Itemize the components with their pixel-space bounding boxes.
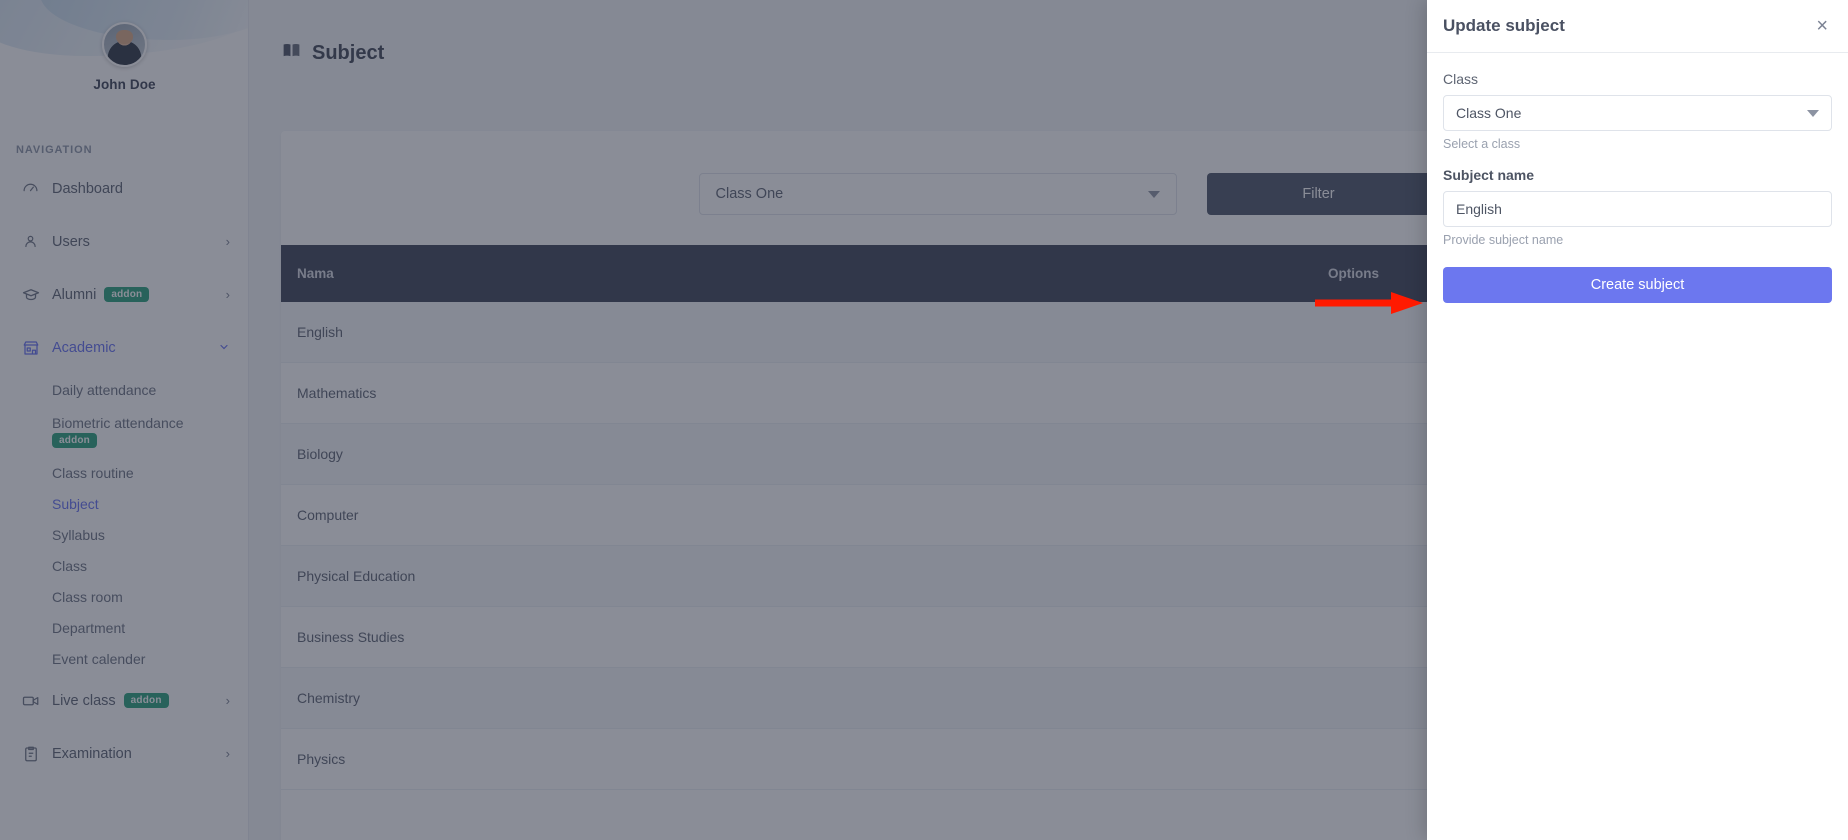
sidebar-subitem-label: Class: [52, 557, 88, 574]
class-filter-value: Class One: [715, 186, 784, 202]
sidebar-subitem-class-routine[interactable]: Class routine: [0, 457, 248, 488]
sidebar-item-dashboard[interactable]: Dashboard: [0, 162, 248, 215]
cell-subject-name: Mathematics: [281, 362, 1328, 424]
cell-subject-name: English: [281, 302, 1328, 363]
sidebar-subitem-label: Subject: [52, 495, 99, 512]
cell-subject-name: Business Studies: [281, 606, 1328, 668]
app-root: John Doe NAVIGATION Dashboard Users › Al…: [0, 0, 1848, 840]
sidebar-subitem-label: Event calender: [52, 650, 146, 667]
clipboard-icon: [22, 745, 52, 763]
sidebar-item-label: Alumni: [52, 286, 97, 303]
sidebar-item-examination[interactable]: Examination ›: [0, 727, 248, 780]
open-book-icon: [281, 40, 302, 67]
sidebar-subitem-event-calender[interactable]: Event calender: [0, 643, 248, 674]
sidebar-subitem-label: Department: [52, 619, 126, 636]
drawer-body: Class Class One Select a class Subject n…: [1427, 53, 1848, 303]
avatar: [102, 22, 147, 67]
speedometer-icon: [22, 180, 52, 197]
class-filter-select[interactable]: Class One: [698, 173, 1177, 215]
class-select-value: Class One: [1456, 105, 1522, 121]
sidebar-item-label: Dashboard: [52, 180, 123, 197]
subject-name-field-help: Provide subject name: [1443, 233, 1564, 247]
sidebar-subitem-label: Daily attendance: [52, 381, 157, 398]
chevron-down-icon: [1147, 190, 1160, 198]
addon-badge: addon: [104, 287, 150, 302]
column-header-name: Nama: [281, 245, 1328, 302]
chevron-down-icon: [1807, 109, 1819, 117]
sidebar-subitem-label: Syllabus: [52, 526, 105, 543]
cell-subject-name: Biology: [281, 423, 1328, 485]
addon-badge: addon: [52, 432, 97, 448]
sidebar-subitem-syllabus[interactable]: Syllabus: [0, 519, 248, 550]
chevron-right-icon: ›: [225, 234, 230, 249]
cell-subject-name: Physical Education: [281, 545, 1328, 607]
drawer-title: Update subject: [1443, 16, 1565, 35]
page-title-text: Subject: [312, 42, 385, 64]
sidebar-subitem-label: Class routine: [52, 464, 134, 481]
sidebar-subitem-biometric-attendance[interactable]: Biometric attendance addon: [0, 405, 248, 457]
chevron-right-icon: ›: [225, 693, 230, 708]
cell-subject-name: Physics: [281, 728, 1328, 790]
sidebar-item-academic[interactable]: Academic: [0, 321, 248, 374]
sidebar-subitem-daily-attendance[interactable]: Daily attendance: [0, 374, 248, 405]
chevron-right-icon: ›: [225, 287, 230, 302]
class-select[interactable]: Class One: [1443, 95, 1832, 131]
sidebar-item-label: Examination: [52, 745, 132, 762]
addon-badge: addon: [123, 693, 169, 708]
close-icon[interactable]: ×: [1816, 16, 1828, 36]
create-subject-button[interactable]: Create subject: [1443, 267, 1832, 303]
sidebar-subitem-label: Biometric attendance: [52, 414, 184, 431]
sidebar-item-alumni[interactable]: Alumni addon ›: [0, 268, 248, 321]
subject-name-input-wrapper[interactable]: [1443, 191, 1832, 227]
update-subject-drawer: Update subject × Class Class One Select …: [1427, 0, 1848, 840]
class-field-help: Select a class: [1443, 137, 1521, 151]
filter-button[interactable]: Filter: [1206, 173, 1431, 215]
sidebar: John Doe NAVIGATION Dashboard Users › Al…: [0, 0, 249, 840]
sidebar-subitem-class-room[interactable]: Class room: [0, 581, 248, 612]
graduation-cap-icon: [22, 286, 52, 304]
subject-name-input[interactable]: [1456, 201, 1819, 217]
cell-subject-name: Computer: [281, 484, 1328, 546]
navigation-section-label: NAVIGATION: [16, 144, 93, 156]
chevron-right-icon: ›: [225, 746, 230, 761]
class-field-label: Class: [1443, 71, 1479, 87]
sidebar-subitem-department[interactable]: Department: [0, 612, 248, 643]
sidebar-subitem-class[interactable]: Class: [0, 550, 248, 581]
sidebar-subitem-label: Class room: [52, 588, 123, 605]
sidebar-subitem-subject[interactable]: Subject: [0, 488, 248, 519]
sidebar-item-live-class[interactable]: Live class addon ›: [0, 674, 248, 727]
user-name: John Doe: [93, 77, 156, 92]
user-icon: [22, 233, 52, 250]
sidebar-item-label: Users: [52, 233, 90, 250]
cell-subject-name: Chemistry: [281, 667, 1328, 729]
building-icon: [22, 339, 52, 357]
sidebar-item-label: Academic: [52, 339, 116, 356]
drawer-header: Update subject ×: [1427, 0, 1848, 53]
subject-name-field-label: Subject name: [1443, 167, 1535, 183]
sidebar-item-label: Live class: [52, 692, 116, 709]
chevron-down-icon: [218, 341, 230, 355]
sidebar-item-users[interactable]: Users ›: [0, 215, 248, 268]
sidebar-nav: Dashboard Users › Alumni addon › Academi…: [0, 162, 248, 800]
video-camera-icon: [22, 692, 52, 710]
sidebar-header: John Doe: [0, 0, 248, 122]
